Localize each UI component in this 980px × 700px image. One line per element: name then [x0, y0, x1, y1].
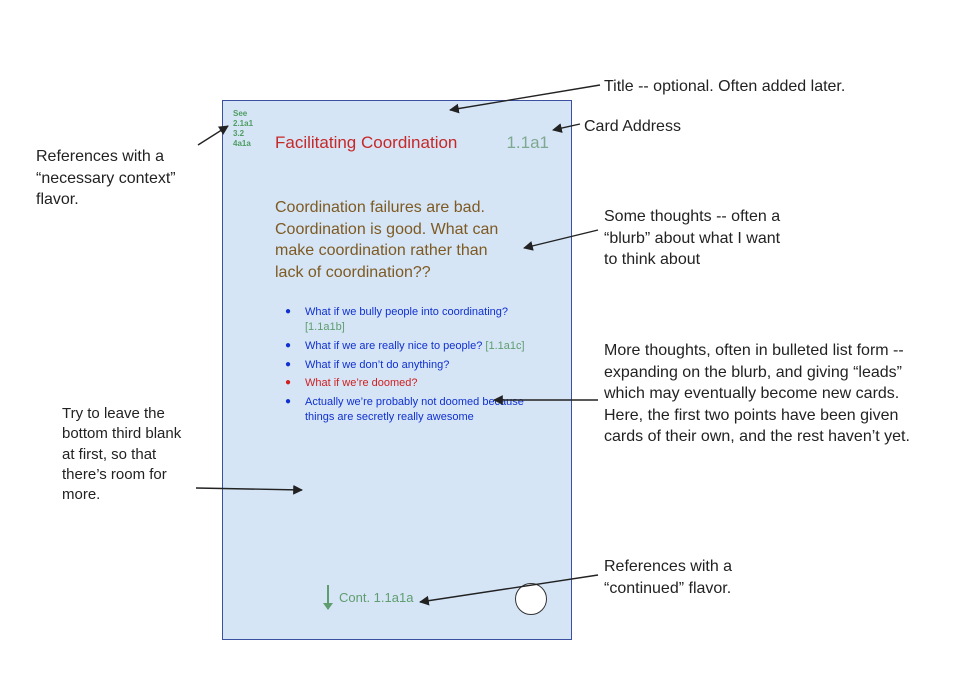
see-refs-item: 2.1a1	[233, 119, 253, 129]
see-refs-item: 4a1a	[233, 139, 253, 149]
annotation-blurb: Some thoughts -- often a “blurb” about w…	[604, 206, 784, 271]
annotation-title: Title -- optional. Often added later.	[604, 76, 845, 98]
card-bullet: What if we bully people into coordinatin…	[281, 305, 543, 339]
card-title: Facilitating Coordination	[275, 133, 457, 153]
card-bullet: What if we don’t do anything?	[281, 358, 543, 377]
bullet-text: What if we bully people into coordinatin…	[305, 306, 508, 318]
bullet-ref: [1.1a1c]	[485, 340, 524, 352]
annotation-bullets: More thoughts, often in bulleted list fo…	[604, 340, 934, 448]
bullet-text: Actually we’re probably not doomed becau…	[305, 396, 524, 423]
bullet-text: What if we don’t do anything?	[305, 359, 449, 371]
annotation-address: Card Address	[584, 116, 681, 138]
card-bullet: Actually we’re probably not doomed becau…	[281, 395, 543, 429]
annotation-bottom: Try to leave the bottom third blank at f…	[62, 404, 192, 505]
card-address: 1.1a1	[506, 133, 549, 153]
card-bullets: What if we bully people into coordinatin…	[281, 305, 543, 429]
see-refs-item: 3.2	[233, 129, 253, 139]
note-card: See 2.1a1 3.2 4a1a Facilitating Coordina…	[222, 100, 572, 640]
card-header: Facilitating Coordination 1.1a1	[275, 133, 549, 153]
punch-hole-icon	[515, 583, 547, 615]
see-refs-label: See	[233, 109, 253, 119]
see-refs-block: See 2.1a1 3.2 4a1a	[233, 109, 253, 149]
card-continuation: Cont. 1.1a1a	[327, 585, 413, 609]
card-continuation-label: Cont. 1.1a1a	[339, 590, 413, 605]
card-blurb: Coordination failures are bad. Coordinat…	[275, 197, 505, 283]
card-bullet: What if we are really nice to people? [1…	[281, 339, 543, 358]
annotation-see: References with a “necessary context” fl…	[36, 146, 216, 211]
annotation-cont: References with a “continued” flavor.	[604, 556, 804, 599]
card-bullet: What if we’re doomed?	[281, 376, 543, 395]
bullet-text: What if we are really nice to people?	[305, 340, 482, 352]
diagram-stage: See 2.1a1 3.2 4a1a Facilitating Coordina…	[0, 0, 980, 700]
bullet-text: What if we’re doomed?	[305, 377, 418, 389]
arrow-down-icon	[327, 585, 329, 609]
bullet-ref: [1.1a1b]	[305, 321, 345, 333]
